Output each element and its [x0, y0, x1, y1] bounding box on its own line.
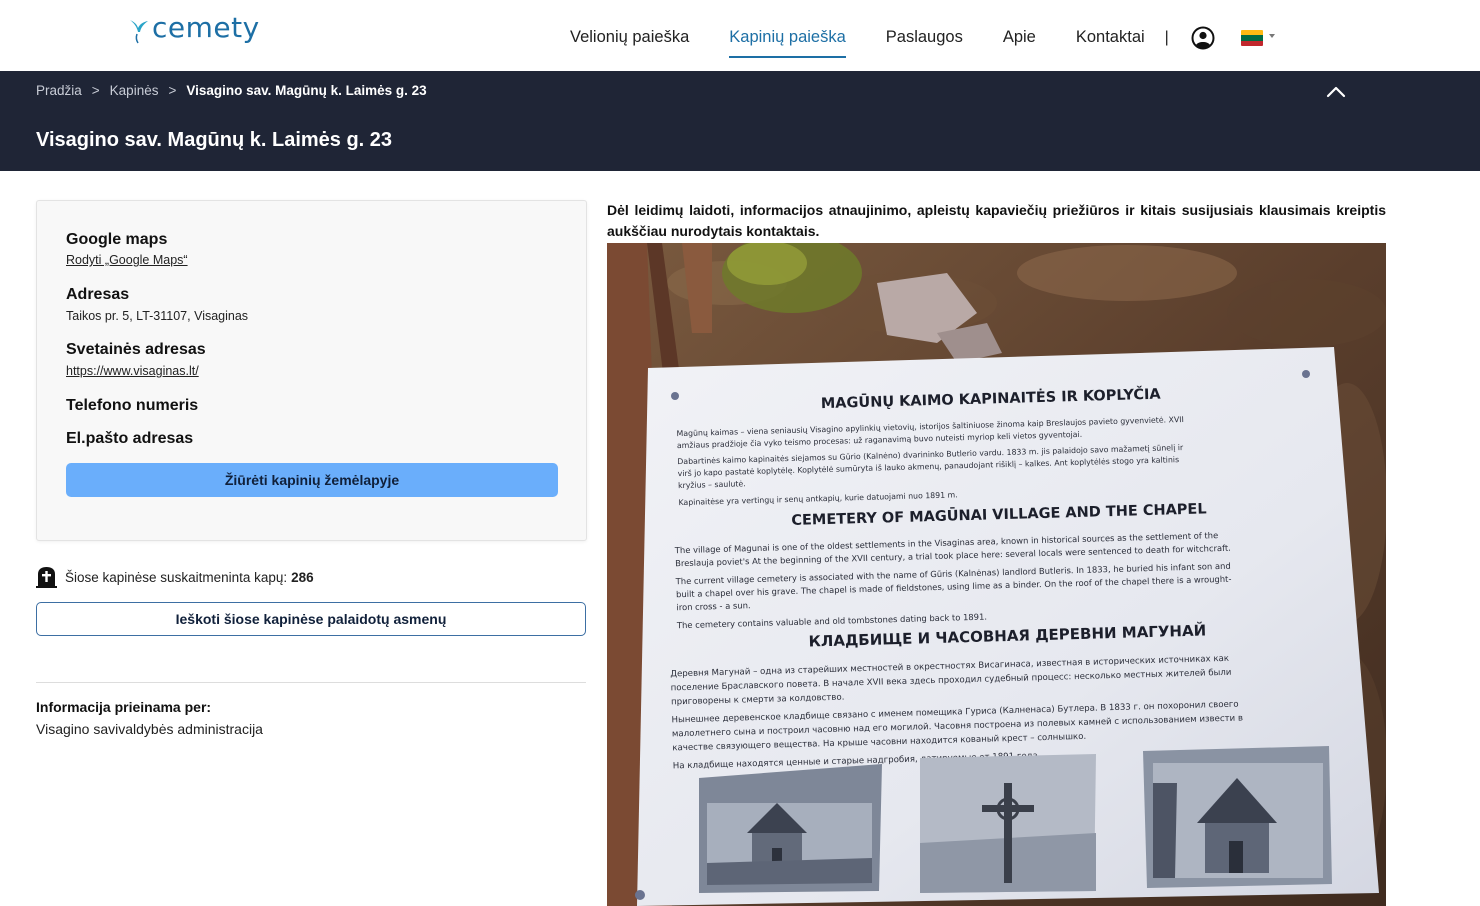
website-label: Svetainės adresas	[66, 341, 206, 358]
digitized-graves-count: Šiose kapinėse suskaitmeninta kapų: 286	[36, 566, 314, 588]
count-value: 286	[291, 569, 314, 585]
nav-item-apie[interactable]: Apie	[1003, 26, 1036, 50]
website-link[interactable]: https://www.visaginas.lt/	[66, 364, 199, 378]
flag-lt-icon[interactable]	[1240, 30, 1263, 46]
page-header: Pradžia > Kapinės > Visagino sav. Magūnų…	[0, 71, 1480, 171]
bird-logo-icon	[130, 20, 148, 44]
count-label: Šiose kapinėse suskaitmeninta kapų:	[65, 569, 288, 585]
google-maps-label: Google maps	[66, 231, 168, 248]
page-title: Visagino sav. Magūnų k. Laimės g. 23	[36, 129, 393, 151]
address-label: Adresas	[66, 286, 130, 303]
top-navbar: cemety Velionių paieška Kapinių paieška …	[0, 0, 1480, 71]
nav-item-kontaktai[interactable]: Kontaktai	[1076, 26, 1145, 50]
view-cemetery-map-button[interactable]: Žiūrėti kapinių žemėlapyje	[66, 463, 558, 497]
nav-item-velioniu-paieska[interactable]: Velionių paieška	[570, 26, 689, 50]
svg-text:iron cross - a sun.: iron cross - a sun.	[676, 600, 750, 612]
cemetery-info-sign-image: MAGŪNŲ KAIMO KAPINAITĖS IR KOPLYČIA Magū…	[607, 243, 1386, 906]
nav-item-paslaugos[interactable]: Paslaugos	[886, 26, 963, 50]
logo[interactable]: cemety	[128, 12, 260, 44]
google-maps-link[interactable]: Rodyti „Google Maps“	[66, 253, 188, 267]
breadcrumb-separator: >	[91, 83, 100, 98]
sign-photo-chapel-right	[1143, 746, 1332, 888]
sign-photo-chapel-left	[699, 764, 882, 893]
breadcrumb-item-pradzia[interactable]: Pradžia	[36, 83, 82, 98]
contact-notice: Dėl leidimų laidoti, informacijos atnauj…	[607, 202, 1386, 239]
sign-photo-cross	[920, 754, 1096, 893]
breadcrumb: Pradžia > Kapinės > Visagino sav. Magūnų…	[36, 83, 427, 98]
availability-label: Informacija prieinama per:	[36, 699, 212, 715]
nav-item-kapiniu-paieska[interactable]: Kapinių paieška	[729, 26, 846, 58]
breadcrumb-current: Visagino sav. Magūnų k. Laimės g. 23	[186, 83, 427, 98]
tombstone-icon	[36, 567, 57, 588]
availability-value: Visagino savivaldybės administracija	[36, 721, 263, 737]
cemetery-photo: MAGŪNŲ KAIMO KAPINAITĖS IR KOPLYČIA Magū…	[607, 243, 1386, 906]
phone-label: Telefono numeris	[66, 397, 199, 414]
search-buried-persons-button[interactable]: Ieškoti šiose kapinėse palaidotų asmenų	[36, 602, 586, 636]
nav-separator: |	[1164, 29, 1169, 46]
address-value: Taikos pr. 5, LT-31107, Visaginas	[66, 309, 249, 323]
chevron-up-icon[interactable]	[1325, 81, 1347, 103]
main-nav: Velionių paieška Kapinių paieška Paslaug…	[570, 26, 1275, 58]
breadcrumb-separator: >	[168, 83, 177, 98]
divider	[36, 682, 586, 683]
email-label: El.pašto adresas	[66, 430, 194, 447]
breadcrumb-item-kapines[interactable]: Kapinės	[110, 83, 159, 98]
logo-text: cemety	[152, 11, 260, 44]
chevron-down-icon[interactable]	[1268, 34, 1275, 38]
user-circle-icon[interactable]	[1191, 26, 1215, 50]
svg-text:kryžius – saulutė.: kryžius – saulutė.	[678, 479, 746, 490]
cemetery-info-card: Google maps Rodyti „Google Maps“ Adresas…	[36, 200, 587, 541]
